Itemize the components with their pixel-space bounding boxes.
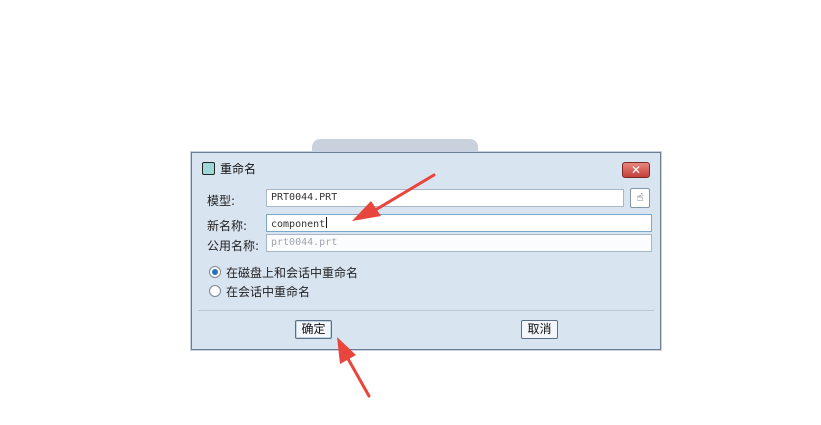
arrow-to-ok-line <box>345 355 371 398</box>
annotation-arrows <box>337 173 436 398</box>
arrow-to-new-name-line <box>370 173 436 214</box>
arrow-to-ok-head <box>337 337 356 364</box>
arrow-to-new-name-head <box>352 201 381 221</box>
